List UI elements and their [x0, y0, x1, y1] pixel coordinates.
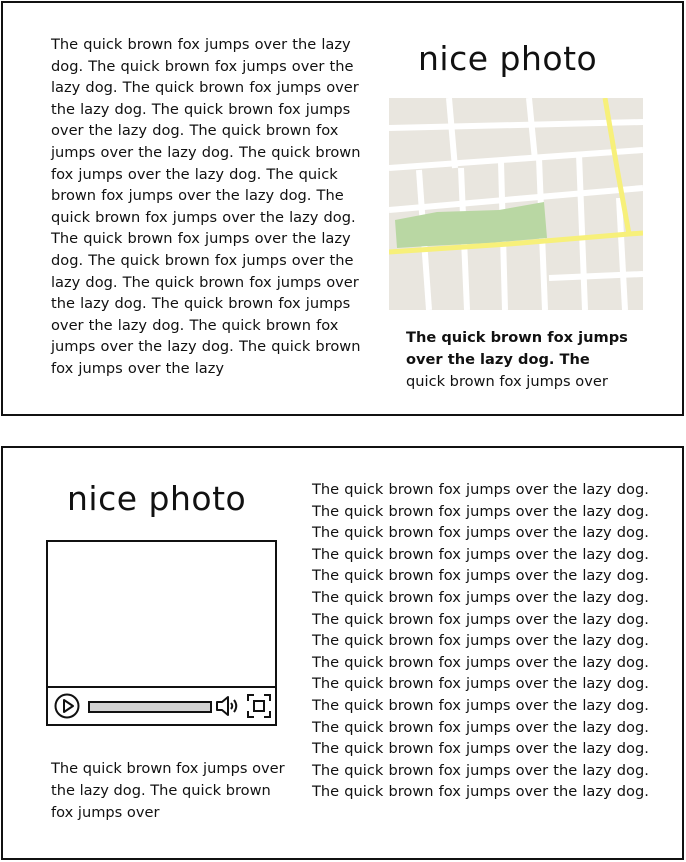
fullscreen-icon[interactable] [246, 693, 272, 719]
body-text: The quick brown fox jumps over the lazy … [312, 481, 649, 801]
play-icon[interactable] [54, 693, 80, 719]
video-caption: The quick brown fox jumps over the lazy … [51, 760, 285, 821]
volume-icon[interactable] [214, 694, 242, 718]
caption-text: quick brown fox jumps over [406, 372, 608, 390]
video-player[interactable] [46, 540, 277, 726]
article-card-top: The quick brown fox jumps over the lazy … [1, 1, 684, 416]
progress-bar[interactable] [88, 701, 212, 713]
video-controls [48, 686, 275, 724]
caption-bold-text: The quick brown fox jumps over the lazy … [406, 329, 628, 368]
map-image [389, 98, 643, 310]
video-heading: nice photo [67, 479, 247, 518]
body-text: The quick brown fox jumps over the lazy … [51, 36, 361, 377]
image-caption: The quick brown fox jumps over the lazy … [406, 327, 656, 392]
progress-fill [90, 703, 210, 711]
image-heading: nice photo [418, 39, 598, 78]
map-icon [389, 98, 643, 310]
article-card-bottom: nice photo The quick brown fox jumps ove… [1, 446, 684, 860]
